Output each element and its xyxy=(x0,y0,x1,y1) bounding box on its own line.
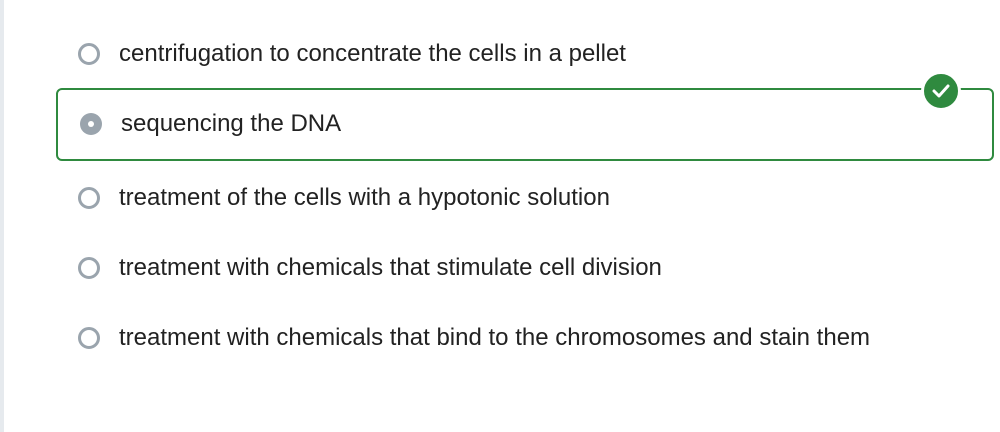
answer-option-5[interactable]: treatment with chemicals that bind to th… xyxy=(56,318,994,398)
answer-option-label: treatment with chemicals that bind to th… xyxy=(119,324,871,351)
answer-option-label: centrifugation to concentrate the cells … xyxy=(119,40,626,67)
check-icon xyxy=(932,84,950,98)
radio-button[interactable] xyxy=(78,327,100,349)
answer-option-4[interactable]: treatment with chemicals that stimulate … xyxy=(56,248,994,288)
radio-button[interactable] xyxy=(78,43,100,65)
correct-check-badge xyxy=(921,71,961,111)
left-divider xyxy=(0,0,4,432)
radio-button-selected[interactable] xyxy=(80,113,102,135)
answer-option-3[interactable]: treatment of the cells with a hypotonic … xyxy=(56,178,994,218)
answer-option-1[interactable]: centrifugation to concentrate the cells … xyxy=(56,34,994,74)
answer-option-label: sequencing the DNA xyxy=(121,110,342,137)
answer-option-label: treatment of the cells with a hypotonic … xyxy=(119,184,610,211)
radio-button[interactable] xyxy=(78,257,100,279)
answer-option-2[interactable]: sequencing the DNA xyxy=(56,88,994,161)
answer-option-label: treatment with chemicals that stimulate … xyxy=(119,254,662,281)
radio-button[interactable] xyxy=(78,187,100,209)
